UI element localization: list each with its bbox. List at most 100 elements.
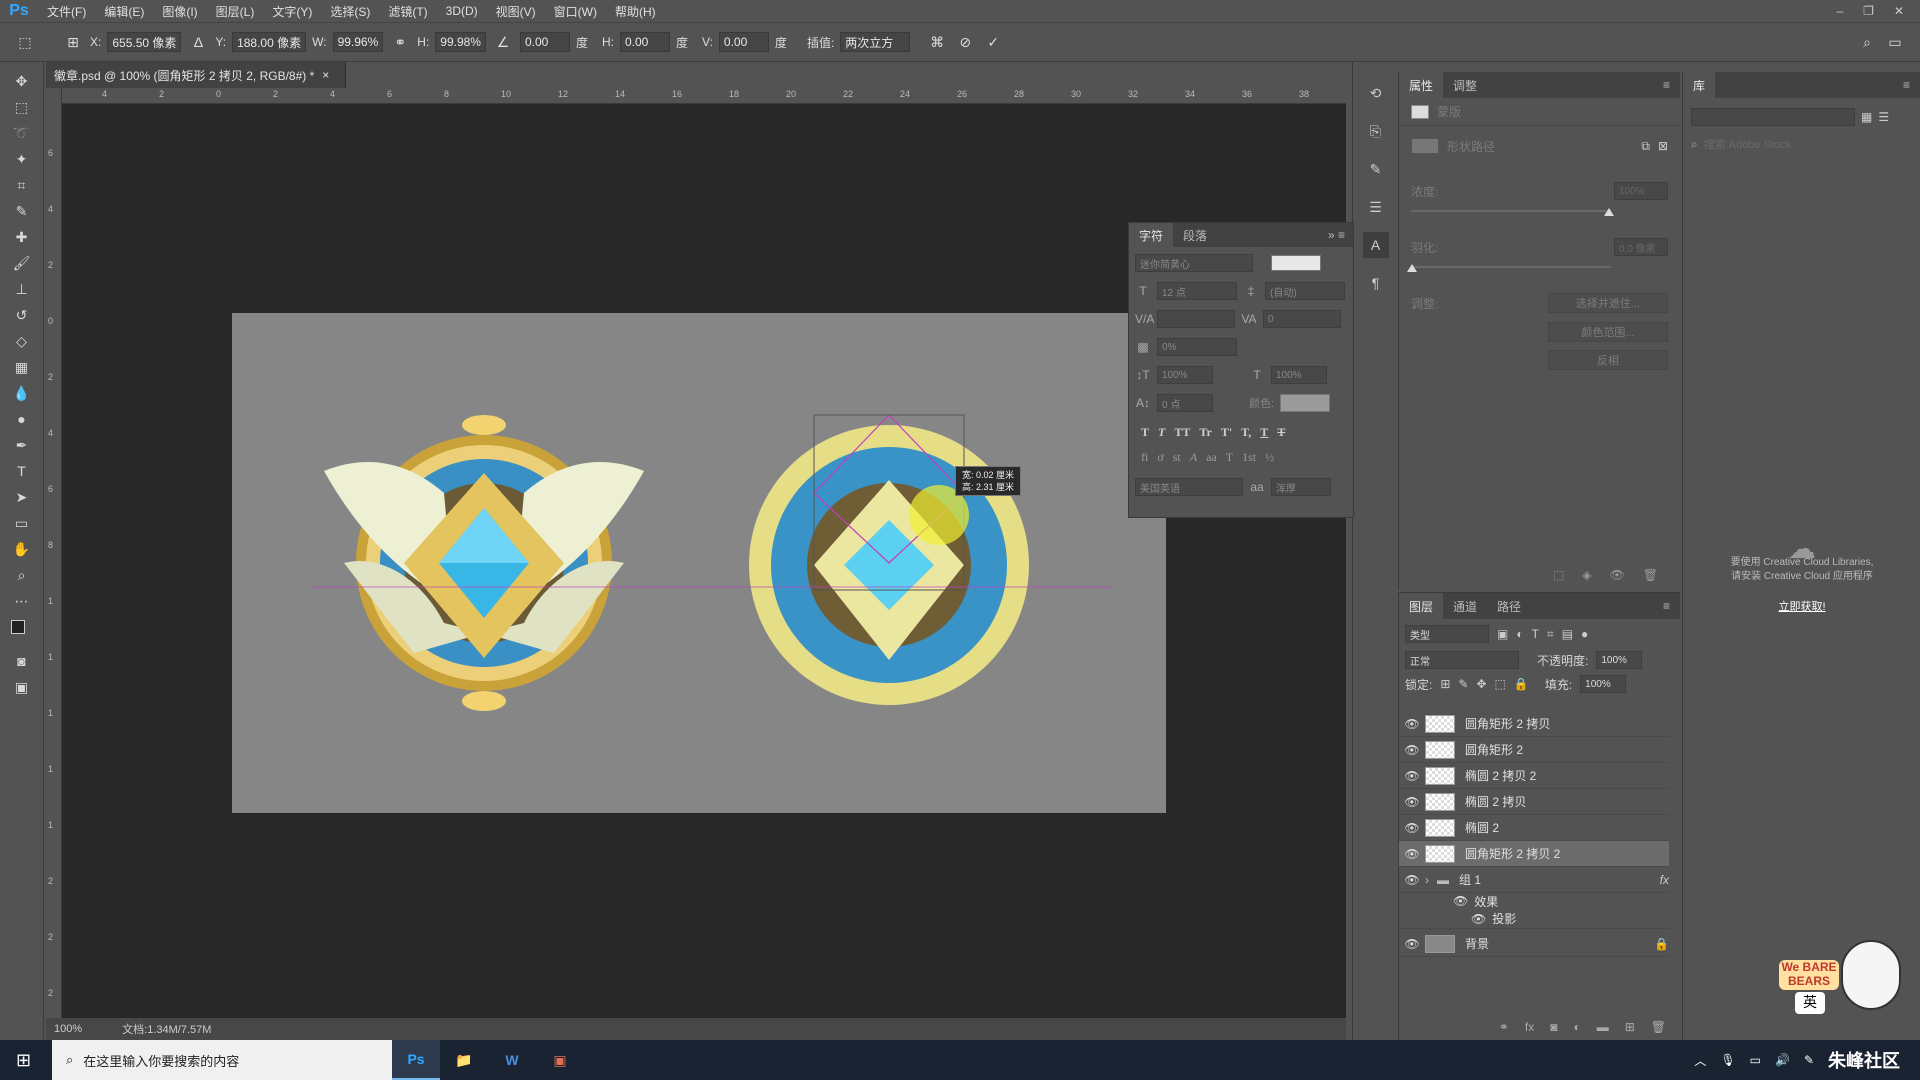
tab-layers[interactable]: 图层 xyxy=(1399,593,1444,619)
delete-mask-icon[interactable]: 🗑 xyxy=(1643,568,1658,582)
warp-icon[interactable]: ⌘ xyxy=(926,31,948,53)
visibility-icon[interactable]: 👁 xyxy=(1610,568,1625,582)
group-name[interactable]: 组 1 xyxy=(1459,871,1481,888)
new-adjustment-icon[interactable]: ◐ xyxy=(1573,1020,1580,1034)
menu-view[interactable]: 视图(V) xyxy=(487,3,545,20)
eye-icon[interactable]: 👁 xyxy=(1399,743,1425,757)
language-select[interactable]: 美国英语 xyxy=(1135,478,1243,496)
layer-name[interactable]: 圆角矩形 2 拷贝 xyxy=(1465,715,1550,732)
font-size-input[interactable]: 12 点 xyxy=(1157,282,1237,300)
menu-edit[interactable]: 编辑(E) xyxy=(95,3,153,20)
stylistic-alternates-button[interactable]: aa xyxy=(1206,450,1217,465)
quick-mask-icon[interactable]: ◙ xyxy=(10,650,34,672)
history-panel-icon[interactable]: ⟲ xyxy=(1363,80,1389,106)
effects-row[interactable]: 👁 效果 xyxy=(1399,891,1669,911)
lock-position-icon[interactable]: ✥ xyxy=(1476,677,1486,691)
eyedropper-tool-icon[interactable]: ✎ xyxy=(10,200,34,222)
drop-shadow-row[interactable]: 👁 投影 xyxy=(1399,909,1669,929)
transform-tool-icon[interactable]: ⬚ xyxy=(14,31,36,53)
x-input[interactable]: 655.50 像素 xyxy=(107,32,182,52)
pen-tool-icon[interactable]: ✒ xyxy=(10,434,34,456)
small-caps-button[interactable]: Tr xyxy=(1199,425,1211,440)
paragraph-panel-icon[interactable]: ¶ xyxy=(1363,270,1389,296)
eraser-tool-icon[interactable]: ◇ xyxy=(10,330,34,352)
fx-icon[interactable]: fx xyxy=(1660,873,1669,887)
add-mask-icon[interactable]: ◙ xyxy=(1550,1020,1557,1034)
h-input[interactable]: 99.98% xyxy=(435,32,486,52)
color-swatches-icon[interactable] xyxy=(10,616,34,646)
cancel-transform-icon[interactable]: ⊘ xyxy=(954,31,976,53)
strikethrough-button[interactable]: T xyxy=(1277,425,1285,440)
menu-file[interactable]: 文件(F) xyxy=(38,3,95,20)
commit-transform-icon[interactable]: ✓ xyxy=(982,31,1004,53)
swash-button[interactable]: A xyxy=(1190,450,1197,465)
reference-point-icon[interactable]: ⊞ xyxy=(62,31,84,53)
document-tab[interactable]: 徽章.psd @ 100% (圆角矩形 2 拷贝 2, RGB/8#) * × xyxy=(46,62,346,88)
pen-icon[interactable]: ✎ xyxy=(1804,1053,1814,1067)
artboard-canvas[interactable] xyxy=(232,313,1166,813)
zoom-level[interactable]: 100% xyxy=(54,1023,82,1035)
taskbar-photoshop[interactable]: Ps xyxy=(392,1040,440,1080)
fill-input[interactable]: 100% xyxy=(1580,675,1627,693)
layer-row[interactable]: 👁 圆角矩形 2 拷贝 xyxy=(1399,711,1669,737)
eye-icon[interactable]: 👁 xyxy=(1399,795,1425,809)
windows-start-icon[interactable]: ⊞ xyxy=(16,1050,31,1071)
more-tools-icon[interactable]: ⋯ xyxy=(10,590,34,612)
layer-row[interactable]: 👁 椭圆 2 拷贝 xyxy=(1399,789,1669,815)
blur-tool-icon[interactable]: 💧 xyxy=(10,382,34,404)
eye-icon[interactable]: 👁 xyxy=(1399,769,1425,783)
all-caps-button[interactable]: TT xyxy=(1174,425,1190,440)
w-input[interactable]: 99.96% xyxy=(332,32,384,52)
filter-type-icon[interactable]: T xyxy=(1532,627,1539,641)
hand-tool-icon[interactable]: ✋ xyxy=(10,538,34,560)
underline-button[interactable]: T xyxy=(1260,425,1268,440)
brush-presets-icon[interactable]: ✎ xyxy=(1363,156,1389,182)
menu-image[interactable]: 图像(I) xyxy=(153,3,206,20)
tab-channels[interactable]: 通道 xyxy=(1443,593,1487,619)
old-style-button[interactable]: ơ xyxy=(1157,450,1163,465)
screen-mode-icon[interactable]: ▣ xyxy=(10,676,34,698)
gradient-tool-icon[interactable]: ▦ xyxy=(10,356,34,378)
library-select[interactable] xyxy=(1691,108,1855,126)
select-vector-mask-icon[interactable]: ⊠ xyxy=(1658,139,1668,153)
menu-select[interactable]: 选择(S) xyxy=(321,3,379,20)
expand-icon[interactable]: » ≡ xyxy=(1328,228,1353,242)
layer-kind-filter[interactable]: 类型 xyxy=(1405,625,1489,643)
cc-get-now-link[interactable]: 立即获取! xyxy=(1683,600,1920,614)
vertical-scale-input[interactable]: 100% xyxy=(1157,366,1213,384)
library-search-input[interactable]: 搜索 Adobe Stock xyxy=(1704,136,1791,152)
angle-input[interactable]: 0.00 xyxy=(519,32,570,52)
list-view-icon[interactable]: ☰ xyxy=(1878,110,1889,124)
baseline-input[interactable]: 0 点 xyxy=(1157,394,1213,412)
menu-help[interactable]: 帮助(H) xyxy=(606,3,665,20)
font-family-select[interactable]: 迷你简黄心 xyxy=(1135,254,1253,272)
tab-paths[interactable]: 路径 xyxy=(1487,593,1531,619)
filter-pixel-icon[interactable]: ▣ xyxy=(1497,627,1508,641)
eye-icon[interactable]: 👁 xyxy=(1399,717,1425,731)
apply-mask-icon[interactable]: ◈ xyxy=(1582,568,1591,582)
panel-menu-icon[interactable]: ≡ xyxy=(1663,78,1680,92)
load-selection-icon[interactable]: ⬚ xyxy=(1553,568,1564,582)
invert-button[interactable]: 反相 xyxy=(1548,350,1668,370)
menu-3d[interactable]: 3D(D) xyxy=(437,4,487,18)
hskew-input[interactable]: 0.00 xyxy=(620,32,670,52)
density-slider[interactable] xyxy=(1399,206,1680,224)
layer-name[interactable]: 圆角矩形 2 xyxy=(1465,741,1523,758)
dodge-tool-icon[interactable]: ● xyxy=(10,408,34,430)
clone-source-icon[interactable]: ⎘ xyxy=(1363,118,1389,144)
taskbar-app[interactable]: ▣ xyxy=(536,1040,584,1080)
new-group-icon[interactable]: ▬ xyxy=(1597,1020,1609,1034)
link-layers-icon[interactable]: ⚭ xyxy=(1499,1020,1509,1034)
tab-library[interactable]: 库 xyxy=(1683,72,1716,98)
type-tool-icon[interactable]: T xyxy=(10,460,34,482)
stamp-tool-icon[interactable]: ⊥ xyxy=(10,278,34,300)
background-layer-row[interactable]: 👁 背景 🔒 xyxy=(1399,931,1669,957)
color-range-button[interactable]: 颜色范围... xyxy=(1548,322,1668,342)
layer-name[interactable]: 圆角矩形 2 拷贝 2 xyxy=(1465,845,1560,862)
chevron-right-icon[interactable]: › xyxy=(1425,873,1437,887)
density-input[interactable]: 100% xyxy=(1614,182,1668,200)
close-document-icon[interactable]: × xyxy=(322,68,329,82)
grid-view-icon[interactable]: ▦ xyxy=(1861,110,1872,124)
layer-row[interactable]: 👁 圆角矩形 2 xyxy=(1399,737,1669,763)
lasso-tool-icon[interactable]: ➰ xyxy=(10,122,34,144)
